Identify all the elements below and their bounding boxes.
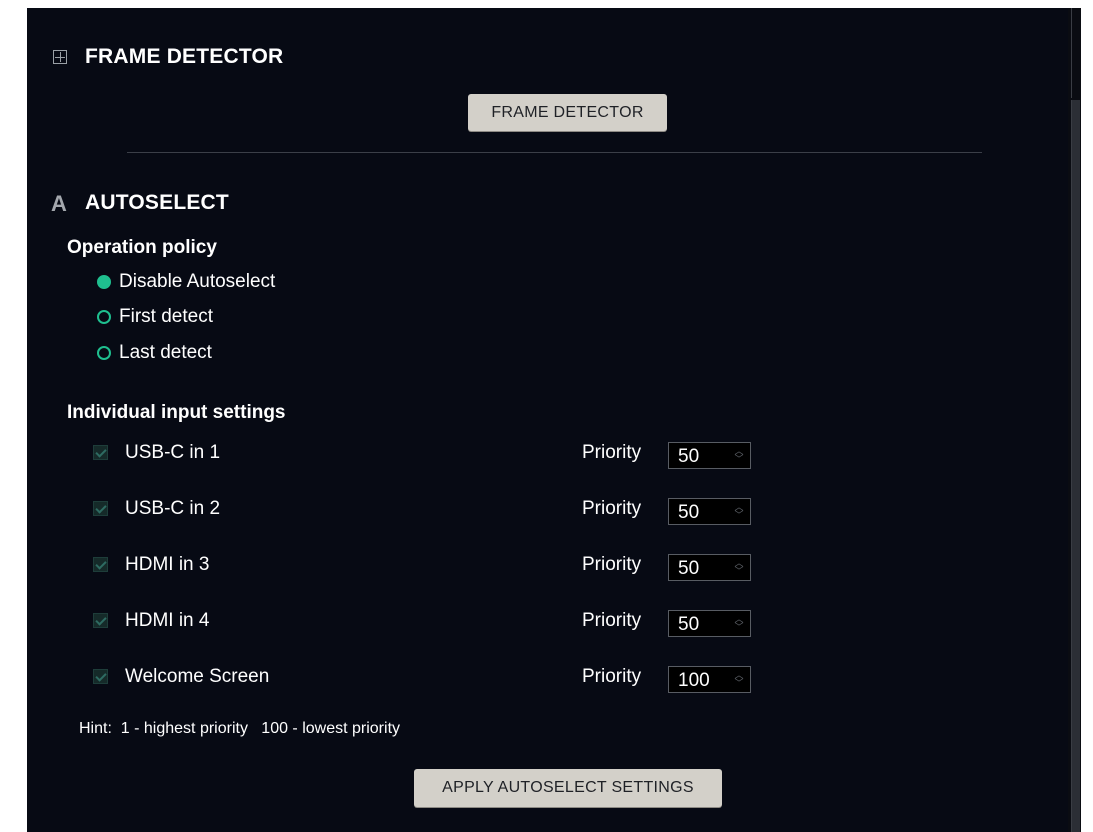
section-divider: [127, 152, 982, 153]
radio-label: Disable Autoselect: [119, 271, 276, 292]
radio-last-detect[interactable]: Last detect: [97, 342, 212, 364]
radio-unselected-icon[interactable]: [97, 310, 111, 324]
radio-unselected-icon[interactable]: [97, 346, 111, 360]
checkbox-hdmi-in-3[interactable]: [93, 557, 108, 572]
scrollbar-thumb[interactable]: [1071, 100, 1080, 832]
checkbox-usb-c-in-2[interactable]: [93, 501, 108, 516]
input-name-welcome-screen: Welcome Screen: [125, 666, 270, 687]
priority-stepper-usb-c-in-1[interactable]: 50 ︿ ﹀: [668, 442, 751, 469]
priority-value[interactable]: 50: [678, 502, 699, 524]
operation-policy-label: Operation policy: [67, 237, 217, 258]
radio-selected-icon[interactable]: [97, 275, 111, 289]
input-name-usb-c-in-2: USB-C in 2: [125, 498, 221, 519]
radio-disable-autoselect[interactable]: Disable Autoselect: [97, 271, 275, 293]
priority-value[interactable]: 100: [678, 670, 710, 692]
radio-label: Last detect: [119, 342, 212, 363]
spinner-arrows-icon[interactable]: ︿ ﹀: [732, 503, 746, 520]
checkbox-usb-c-in-1[interactable]: [93, 445, 108, 460]
priority-label: Priority: [582, 498, 642, 519]
radio-label: First detect: [119, 306, 213, 327]
priority-stepper-welcome-screen[interactable]: 100 ︿ ﹀: [668, 666, 751, 693]
frame-detector-title: FRAME DETECTOR: [85, 45, 284, 68]
priority-stepper-hdmi-in-4[interactable]: 50 ︿ ﹀: [668, 610, 751, 637]
input-name-usb-c-in-1: USB-C in 1: [125, 442, 221, 463]
frame-detector-button[interactable]: FRAME DETECTOR: [468, 94, 667, 131]
apply-autoselect-settings-button[interactable]: APPLY AUTOSELECT SETTINGS: [414, 769, 722, 807]
priority-value[interactable]: 50: [678, 614, 699, 636]
priority-label: Priority: [582, 666, 642, 687]
priority-hint: Hint: 1 - highest priority 100 - lowest …: [79, 720, 401, 737]
radio-first-detect[interactable]: First detect: [97, 306, 213, 328]
input-name-hdmi-in-4: HDMI in 4: [125, 610, 210, 631]
priority-label: Priority: [582, 610, 642, 631]
spinner-arrows-icon[interactable]: ︿ ﹀: [732, 615, 746, 632]
scrollbar-edge: [1071, 8, 1072, 98]
priority-label: Priority: [582, 554, 642, 575]
priority-label: Priority: [582, 442, 642, 463]
spinner-arrows-icon[interactable]: ︿ ﹀: [732, 671, 746, 688]
frame-detector-icon: [53, 50, 67, 64]
autoselect-title: AUTOSELECT: [85, 191, 229, 214]
priority-value[interactable]: 50: [678, 446, 699, 468]
individual-input-settings-label: Individual input settings: [67, 402, 286, 423]
checkbox-hdmi-in-4[interactable]: [93, 613, 108, 628]
priority-stepper-hdmi-in-3[interactable]: 50 ︿ ﹀: [668, 554, 751, 581]
checkbox-welcome-screen[interactable]: [93, 669, 108, 684]
input-name-hdmi-in-3: HDMI in 3: [125, 554, 210, 575]
autoselect-icon: A: [51, 191, 67, 216]
priority-value[interactable]: 50: [678, 558, 699, 580]
spinner-arrows-icon[interactable]: ︿ ﹀: [732, 559, 746, 576]
priority-stepper-usb-c-in-2[interactable]: 50 ︿ ﹀: [668, 498, 751, 525]
spinner-arrows-icon[interactable]: ︿ ﹀: [732, 447, 746, 464]
